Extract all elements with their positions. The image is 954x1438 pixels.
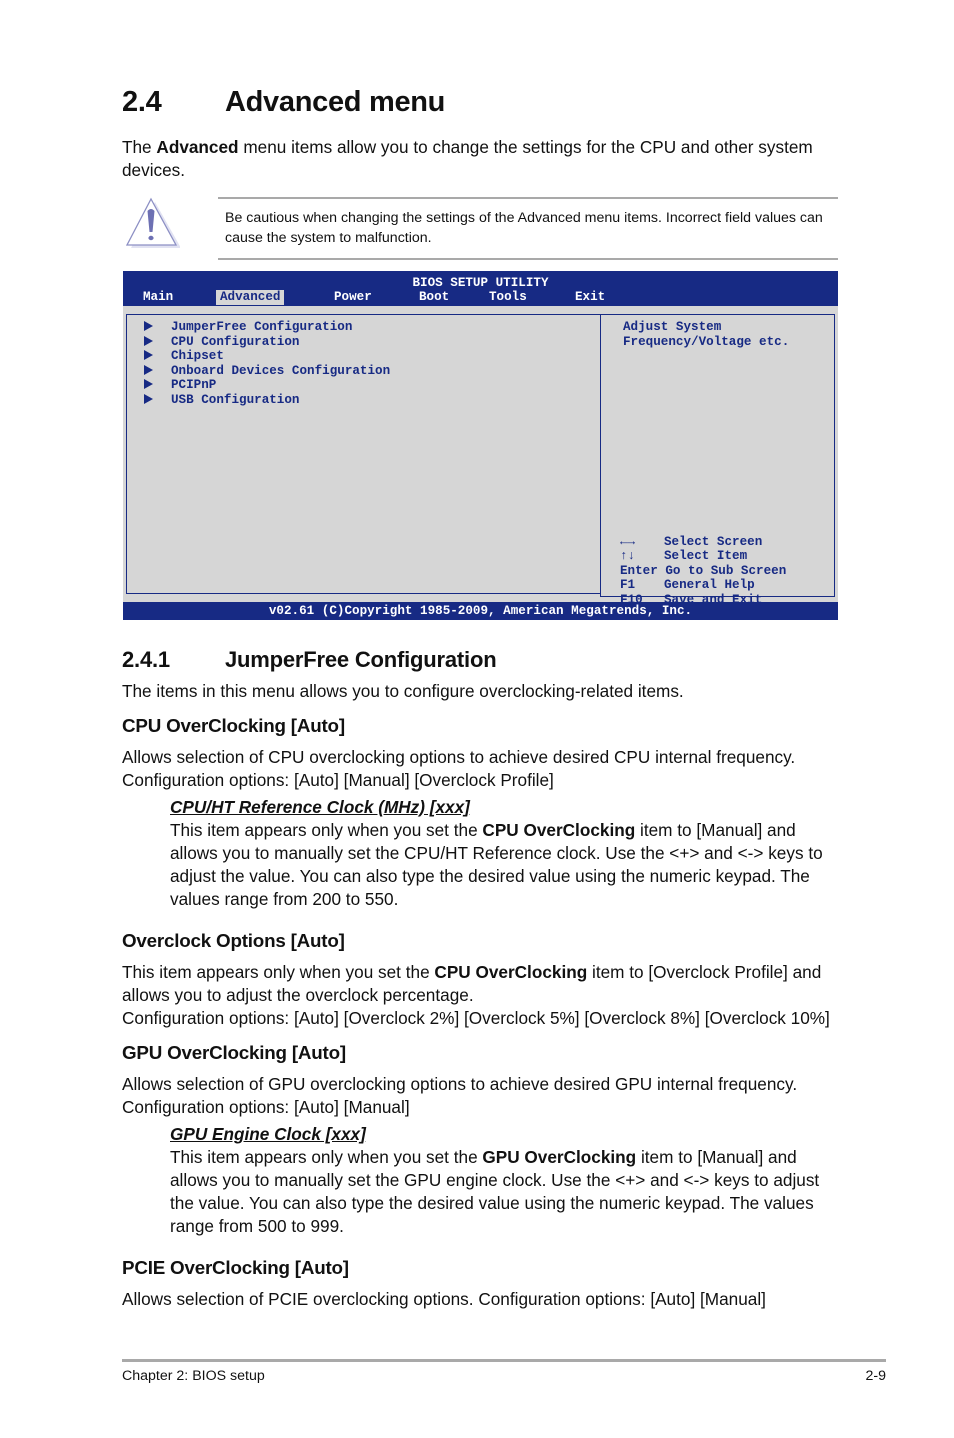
key-action: General Help	[664, 578, 755, 593]
desc-bold: CPU OverClocking	[482, 820, 636, 840]
submenu-arrow-icon	[144, 379, 153, 389]
gpu-overclocking-options: Configuration options: [Auto] [Manual]	[122, 1097, 410, 1117]
intro-bold: Advanced	[156, 137, 239, 157]
bios-help-line: Frequency/Voltage etc.	[623, 334, 790, 349]
bios-title: BIOS SETUP UTILITY	[412, 276, 549, 290]
manual-page: 2.4 Advanced menu The Advanced menu items…	[0, 0, 954, 1438]
gpu-overclocking-line: Allows selection of GPU overclocking opt…	[122, 1074, 798, 1094]
gpu-overclocking-heading: GPU OverClocking [Auto]	[122, 1042, 346, 1063]
gpu-engine-clock-title: GPU Engine Clock [xxx]	[170, 1124, 366, 1144]
submenu-arrow-icon	[144, 335, 153, 346]
bios-menu-item[interactable]: USB Configuration	[144, 393, 299, 407]
bios-menu-item[interactable]: CPU Configuration	[144, 335, 299, 349]
key-row: ←→ Select Screen	[620, 535, 786, 549]
bios-menu-item[interactable]: Onboard Devices Configuration	[144, 364, 390, 378]
caution-text: Be cautious when changing the settings o…	[225, 210, 823, 246]
overclock-options-heading: Overclock Options [Auto]	[122, 930, 345, 951]
cpu-ht-ref-clock-block: CPU/HT Reference Clock (MHz) [xxx] This …	[170, 796, 840, 911]
bios-menu-item-label: Chipset	[171, 349, 224, 363]
bios-menu-item-label: CPU Configuration	[171, 334, 300, 349]
overclock-options-text: This item appears only when you set the …	[122, 961, 852, 1007]
bios-menu-item-label: USB Configuration	[171, 392, 300, 407]
cpu-ht-ref-clock-title: CPU/HT Reference Clock (MHz) [xxx]	[170, 797, 470, 817]
submenu-arrow-icon	[144, 364, 153, 375]
bios-tab-tools[interactable]: Tools	[485, 290, 531, 305]
bios-menu-item[interactable]: Chipset	[144, 349, 224, 363]
bios-menu-item-label: Onboard Devices Configuration	[171, 363, 391, 378]
key-row: Enter Go to Sub Screen	[620, 564, 786, 578]
bios-tab-power[interactable]: Power	[330, 290, 376, 305]
key-action: Select Item	[664, 549, 748, 564]
bios-tab-advanced[interactable]: Advanced	[216, 290, 285, 305]
gpu-overclocking-desc: Allows selection of GPU overclocking opt…	[122, 1073, 842, 1119]
bios-menu-item[interactable]: PCIPnP	[144, 378, 216, 392]
caution-rule-bottom	[218, 258, 838, 260]
subsection-title: JumperFree Configuration	[225, 647, 497, 672]
bios-screenshot: BIOS SETUP UTILITY Main Advanced Power B…	[123, 271, 838, 621]
desc-text: This item appears only when you set the	[122, 962, 435, 982]
bios-menu-item-label: PCIPnP	[171, 378, 217, 392]
submenu-arrow-icon	[144, 350, 153, 360]
bios-help-panel: Adjust System Frequency/Voltage etc. ←→ S…	[600, 314, 835, 621]
caution-rule-top	[218, 197, 838, 199]
key-name: Enter	[620, 563, 658, 578]
section-number: 2.4	[122, 86, 162, 118]
cpu-ht-ref-clock-desc: This item appears only when you set the …	[170, 819, 840, 911]
section-heading: 2.4 Advanced menu	[122, 86, 445, 119]
subsection-number: 2.4.1	[122, 647, 170, 672]
pcie-overclocking-desc: Allows selection of PCIE overclocking op…	[122, 1289, 766, 1309]
cpu-overclocking-options: Configuration options: [Auto] [Manual] […	[122, 770, 554, 790]
key-row: F1 General Help	[620, 578, 786, 592]
gpu-engine-clock-block: GPU Engine Clock [xxx] This item appears…	[170, 1123, 840, 1238]
overclock-options-desc: This item appears only when you set the …	[122, 961, 852, 1030]
cpu-overclocking-desc: Allows selection of CPU overclocking opt…	[122, 746, 842, 792]
desc-text: This item appears only when you set the	[170, 1147, 483, 1167]
footer-chapter: Chapter 2: BIOS setup	[122, 1368, 265, 1384]
overclock-options-list: Configuration options: [Auto] [Overclock…	[122, 1008, 830, 1028]
submenu-arrow-icon	[144, 321, 153, 331]
bios-menu-panel: JumperFree Configuration CPU Configurati…	[126, 314, 601, 594]
key-action: Select Screen	[664, 535, 763, 549]
submenu-arrow-icon	[144, 393, 153, 404]
bios-header: BIOS SETUP UTILITY Main Advanced Power B…	[123, 271, 838, 306]
key-arrows-ud-icon: ↑↓	[620, 549, 636, 564]
desc-text: This item appears only when you set the	[170, 820, 483, 840]
key-row: ↑↓ Select Item	[620, 549, 786, 563]
key-name: F1	[620, 578, 636, 593]
key-arrows-lr-icon: ←→	[620, 535, 636, 549]
key-action: Go to Sub Screen	[665, 563, 787, 578]
bios-menu-item[interactable]: JumperFree Configuration	[144, 320, 352, 334]
bios-tab-boot[interactable]: Boot	[415, 290, 453, 305]
bios-help-line: Adjust System	[623, 320, 722, 334]
bios-tab-main[interactable]: Main	[139, 290, 177, 305]
pcie-overclocking-heading: PCIE OverClocking [Auto]	[122, 1257, 349, 1278]
cpu-overclocking-heading: CPU OverClocking [Auto]	[122, 715, 345, 736]
bios-copyright: v02.61 (C)Copyright 1985-2009, American …	[123, 602, 838, 620]
intro-text: The	[122, 137, 157, 157]
desc-bold: GPU OverClocking	[482, 1147, 637, 1167]
subsection-heading: 2.4.1 JumperFree Configuration	[122, 647, 497, 673]
desc-bold: CPU OverClocking	[434, 962, 588, 982]
footer-rule	[122, 1359, 886, 1362]
section-intro: The Advanced menu items allow you to cha…	[122, 136, 837, 182]
section-title: Advanced menu	[225, 86, 446, 118]
warning-triangle-icon	[124, 197, 181, 249]
gpu-engine-clock-desc: This item appears only when you set the …	[170, 1146, 840, 1238]
bios-menu-item-label: JumperFree Configuration	[171, 320, 353, 334]
footer-page-number: 2-9	[865, 1368, 886, 1384]
bios-tab-exit[interactable]: Exit	[571, 290, 609, 305]
cpu-overclocking-line: Allows selection of CPU overclocking opt…	[122, 747, 796, 767]
subsection-intro: The items in this menu allows you to con…	[122, 681, 684, 701]
